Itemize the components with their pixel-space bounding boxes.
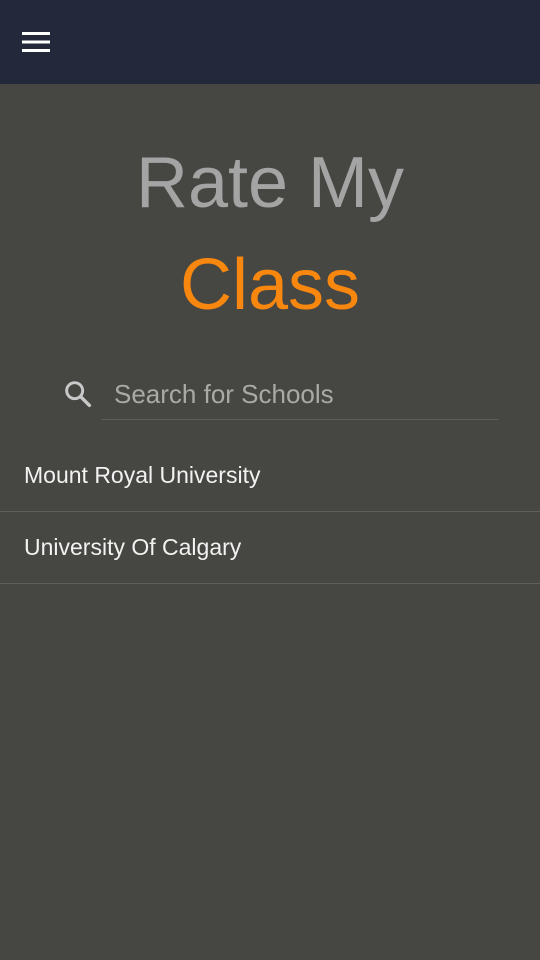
school-list: Mount Royal University University Of Cal…: [0, 440, 540, 584]
hamburger-menu-icon[interactable]: [14, 20, 58, 64]
app-title-line1: Rate My: [135, 143, 405, 223]
school-name: Mount Royal University: [24, 462, 261, 488]
top-app-bar: [0, 0, 540, 84]
list-item[interactable]: Mount Royal University: [0, 440, 540, 512]
search-icon: [62, 378, 94, 410]
school-name: University Of Calgary: [24, 534, 242, 560]
search-input[interactable]: [102, 370, 498, 420]
app-title-line2: Class: [179, 245, 361, 325]
app-screen: Rate My Class Mount Royal University Uni…: [0, 0, 540, 960]
list-item[interactable]: University Of Calgary: [0, 512, 540, 584]
